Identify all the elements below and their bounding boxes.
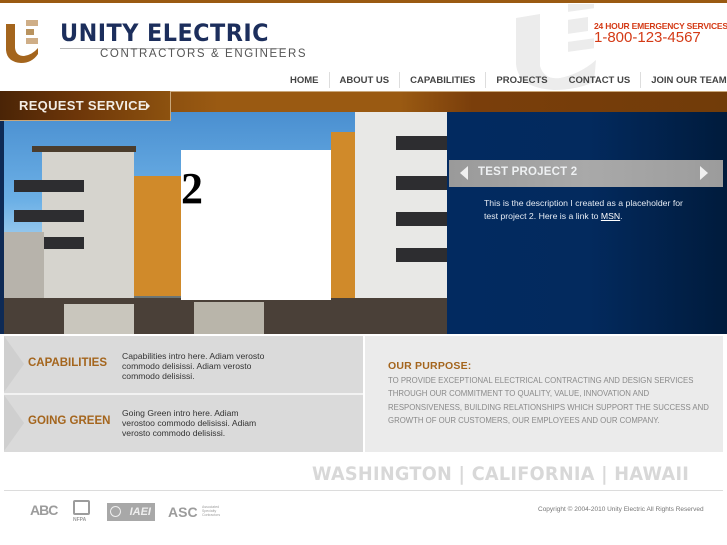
nav-contact-us[interactable]: CONTACT US (559, 75, 641, 86)
nav-about-us[interactable]: ABOUT US (330, 75, 400, 86)
service-states: WASHINGTON | CALIFORNIA | HAWAII (312, 463, 690, 485)
project-title: TEST PROJECT 2 (478, 166, 578, 178)
project-description-end: . (620, 210, 623, 221)
balcony (396, 136, 447, 150)
nav-capabilities[interactable]: CAPABILITIES (400, 75, 485, 86)
iaei-seal-icon (110, 506, 121, 517)
balcony (396, 176, 447, 190)
nav-home[interactable]: HOME (280, 75, 329, 86)
planter-wall (64, 304, 134, 334)
purpose-title: OUR PURPOSE: (388, 360, 472, 372)
copyright-text: Copyright © 2004-2010 Unity Electric All… (538, 506, 704, 513)
balcony (396, 212, 447, 226)
nfpa-logo-icon[interactable] (73, 500, 90, 515)
abc-logo[interactable]: ABC (30, 502, 58, 518)
walkway (194, 302, 264, 334)
project-description: This is the description I created as a p… (484, 197, 699, 222)
purpose-text: TO PROVIDE EXCEPTIONAL ELECTRICAL CONTRA… (388, 376, 709, 425)
feature-title[interactable]: GOING GREEN (28, 415, 110, 427)
nav-projects[interactable]: PROJECTS (486, 75, 557, 86)
brand-name[interactable]: UNITY ELECTRIC (60, 19, 269, 47)
slide-placeholder (181, 150, 331, 300)
footer-divider (4, 490, 723, 491)
brand-tagline: CONTRACTORS & ENGINEERS (100, 48, 308, 60)
top-accent-bar (0, 0, 727, 3)
nav-join-our-team[interactable]: JOIN OUR TEAM (641, 75, 727, 86)
building-orange-right (331, 132, 355, 307)
chevron-decoration (4, 336, 24, 392)
feature-text: Capabilities intro here. Adiam verosto c… (122, 351, 265, 381)
building-orange (134, 176, 184, 296)
unity-logo-icon[interactable] (4, 18, 40, 64)
nfpa-logo-label: NFPA (73, 517, 87, 523)
asc-logo-subtitle: Associated Specialty Contractors (202, 505, 221, 517)
feature-text: Going Green intro here. Adiam verostoo c… (122, 408, 257, 438)
building-left (42, 148, 134, 298)
project-description-text: This is the description I created as a p… (484, 198, 683, 221)
main-nav: HOME ABOUT US CAPABILITIES PROJECTS CONT… (280, 72, 727, 88)
feature-title[interactable]: CAPABILITIES (28, 357, 107, 369)
feature-going-green[interactable]: GOING GREEN Going Green intro here. Adia… (4, 395, 363, 452)
request-service-label: REQUEST SERVICE (19, 98, 147, 113)
asc-logo[interactable]: ASC (168, 504, 198, 520)
emergency-phone[interactable]: 1-800-123-4567 (594, 29, 701, 46)
arrow-right-icon (146, 102, 150, 110)
balcony (14, 180, 84, 192)
building-far-left (4, 232, 44, 302)
balcony (14, 210, 84, 222)
building-roof (32, 146, 136, 152)
msn-link[interactable]: MSN (601, 211, 620, 221)
request-service-button[interactable]: REQUEST SERVICE (0, 91, 171, 121)
balcony (396, 248, 447, 262)
project-panel (447, 112, 727, 334)
slide-number: 2 (181, 164, 203, 213)
next-arrow-icon[interactable] (700, 166, 708, 180)
chevron-decoration (4, 395, 24, 451)
feature-capabilities[interactable]: CAPABILITIES Capabilities intro here. Ad… (4, 336, 363, 393)
previous-arrow-icon[interactable] (460, 166, 468, 180)
